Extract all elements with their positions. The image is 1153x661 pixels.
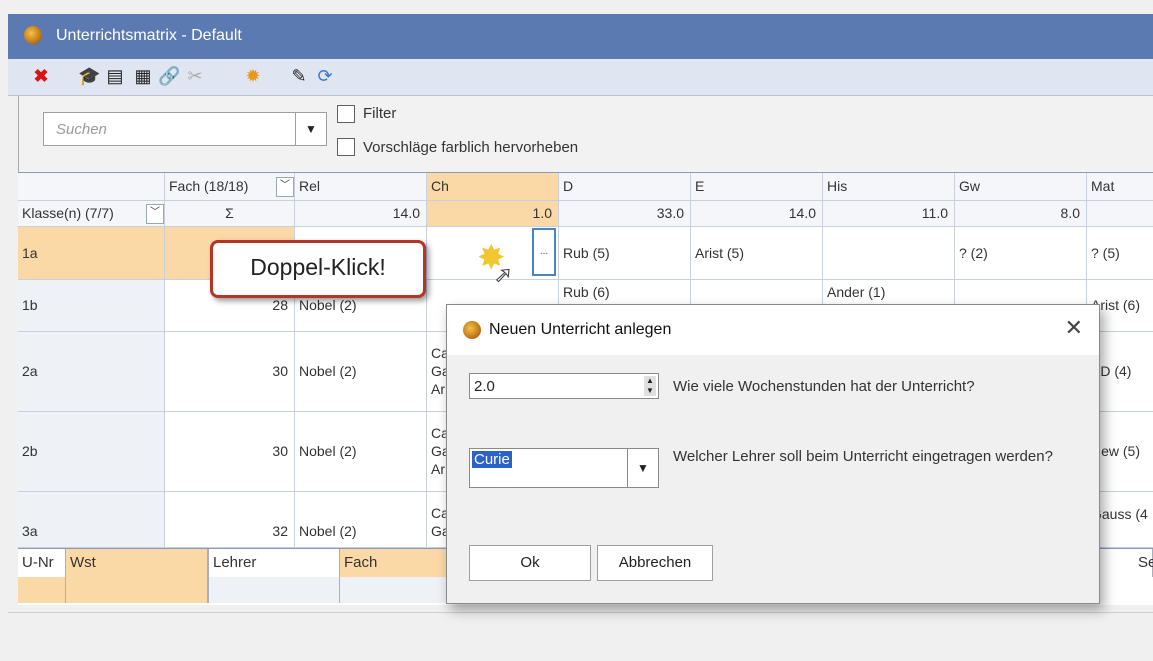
table-cell[interactable]: Arist (5) — [691, 227, 823, 280]
subject-header[interactable]: Gw — [955, 173, 1087, 201]
column-header[interactable]: Wst — [66, 549, 208, 577]
chevron-down-icon[interactable]: ▼ — [295, 113, 326, 145]
broken-link-icon[interactable]: ✂ — [184, 65, 206, 87]
app-logo-icon — [24, 26, 42, 44]
close-icon[interactable]: ✕ — [1065, 315, 1083, 341]
table-cell[interactable] — [823, 227, 955, 280]
chevron-down-icon[interactable]: ﹀ — [146, 204, 164, 224]
refresh-icon[interactable]: ⟳ — [314, 65, 336, 87]
table-cell[interactable]: Nobel (2) — [295, 492, 427, 548]
class-row-header[interactable]: 3a — [18, 492, 165, 548]
subject-header[interactable]: E — [691, 173, 823, 201]
class-row-header[interactable]: 1a — [18, 227, 165, 280]
subject-total: 14.0 — [295, 201, 427, 227]
subject-header[interactable]: His — [823, 173, 955, 201]
table-cell[interactable] — [66, 577, 208, 603]
class-row-sum: 32 — [165, 492, 295, 548]
filter-checkbox[interactable] — [337, 105, 355, 123]
search-combobox[interactable]: Suchen ▼ — [43, 112, 327, 146]
hours-question: Wie viele Wochenstunden hat der Unterric… — [673, 378, 975, 395]
edit-icon[interactable]: ✎ — [288, 65, 310, 87]
subject-header[interactable]: Rel — [295, 173, 427, 201]
delete-icon[interactable]: ✖ — [30, 65, 52, 87]
table-cell[interactable]: ? (2) — [955, 227, 1087, 280]
teacher-combobox[interactable]: Curie ▼ — [469, 448, 659, 488]
table-cell[interactable]: ? (5) — [1087, 227, 1153, 280]
table-cell[interactable] — [208, 577, 340, 603]
hours-value[interactable]: 2.0 — [474, 378, 495, 395]
hours-spinner[interactable]: 2.0 ▲ ▼ — [469, 373, 659, 399]
chevron-down-icon[interactable]: ﹀ — [276, 177, 294, 197]
column-header[interactable]: U-Nr — [18, 549, 66, 577]
teacher-icon[interactable]: 🎓 — [78, 65, 100, 87]
table-cell[interactable]: Rub (5) — [559, 227, 691, 280]
fach-header[interactable]: Fach (18/18) ﹀ — [165, 173, 295, 201]
window-titlebar: Unterrichtsmatrix - Default — [8, 14, 1153, 59]
chevron-down-icon[interactable]: ▼ — [627, 449, 658, 487]
fach-header-label: Fach (18/18) — [169, 178, 249, 194]
highlight-label: Vorschläge farblich hervorheben — [363, 139, 579, 156]
subject-header[interactable]: Ch — [427, 173, 559, 201]
app-logo-icon — [463, 321, 481, 339]
class-row-sum: 30 — [165, 412, 295, 492]
subject-total: 33.0 — [559, 201, 691, 227]
toolbar: ✖ 🎓 ▤ ▦ 🔗 ✂ ✹ ✎ ⟳ — [8, 59, 1153, 96]
klasse-header-label: Klasse(n) (7/7) — [22, 205, 114, 221]
table-cell[interactable]: Nobel (2) — [295, 412, 427, 492]
filter-label: Filter — [363, 105, 397, 122]
teacher-value[interactable]: Curie — [472, 451, 512, 468]
class-row-header[interactable]: 2a — [18, 332, 165, 412]
table-cell[interactable]: Nobel (2) — [295, 332, 427, 412]
column-header[interactable]: Lehrer — [208, 549, 340, 577]
ok-button[interactable]: Ok — [469, 545, 591, 581]
subject-total: 11.0 — [823, 201, 955, 227]
settings-icon[interactable]: ✹ — [242, 65, 264, 87]
teacher-question: Welcher Lehrer soll beim Unterricht eing… — [673, 448, 1053, 465]
subject-header[interactable]: Mat — [1087, 173, 1153, 201]
class-row-sum: 30 — [165, 332, 295, 412]
subject-header[interactable]: D — [559, 173, 691, 201]
klasse-header[interactable]: Klasse(n) (7/7) ﹀ — [18, 201, 165, 227]
table-cell[interactable] — [340, 577, 450, 603]
mouse-cursor-icon: ➚ — [493, 262, 513, 288]
table-cell[interactable] — [18, 577, 66, 603]
status-bar — [8, 612, 1153, 661]
subject-total: 8.0 — [955, 201, 1087, 227]
class-row-header[interactable]: 2b — [18, 412, 165, 492]
cell-edit-button[interactable]: ... — [532, 228, 556, 276]
link-icon[interactable]: 🔗 — [158, 65, 180, 87]
class-row-header[interactable]: 1b — [18, 280, 165, 332]
column-header[interactable]: Se — [1134, 549, 1153, 577]
spinner-arrows-icon[interactable]: ▲ ▼ — [644, 376, 656, 396]
dialog-title: Neuen Unterricht anlegen — [489, 321, 672, 338]
dialog-titlebar: Neuen Unterricht anlegen ✕ — [447, 305, 1099, 355]
column-header[interactable]: Fach — [340, 549, 450, 577]
highlight-checkbox[interactable] — [337, 138, 355, 156]
subject-total: 1.0 — [427, 201, 559, 227]
window-title: Unterrichtsmatrix - Default — [56, 27, 242, 44]
class-icon[interactable]: ▦ — [132, 65, 154, 87]
sum-header: Σ — [165, 201, 295, 227]
corner-cell — [18, 173, 165, 201]
cancel-button[interactable]: Abbrechen — [597, 545, 713, 581]
subject-total — [1087, 201, 1153, 227]
filter-panel: Suchen ▼ Filter Vorschläge farblich herv… — [18, 96, 1153, 172]
subject-total: 14.0 — [691, 201, 823, 227]
search-placeholder: Suchen — [56, 121, 107, 138]
card-icon[interactable]: ▤ — [104, 65, 126, 87]
double-click-callout: Doppel-Klick! — [210, 240, 426, 298]
new-lesson-dialog: Neuen Unterricht anlegen ✕ 2.0 ▲ ▼ Wie vi… — [446, 304, 1100, 604]
